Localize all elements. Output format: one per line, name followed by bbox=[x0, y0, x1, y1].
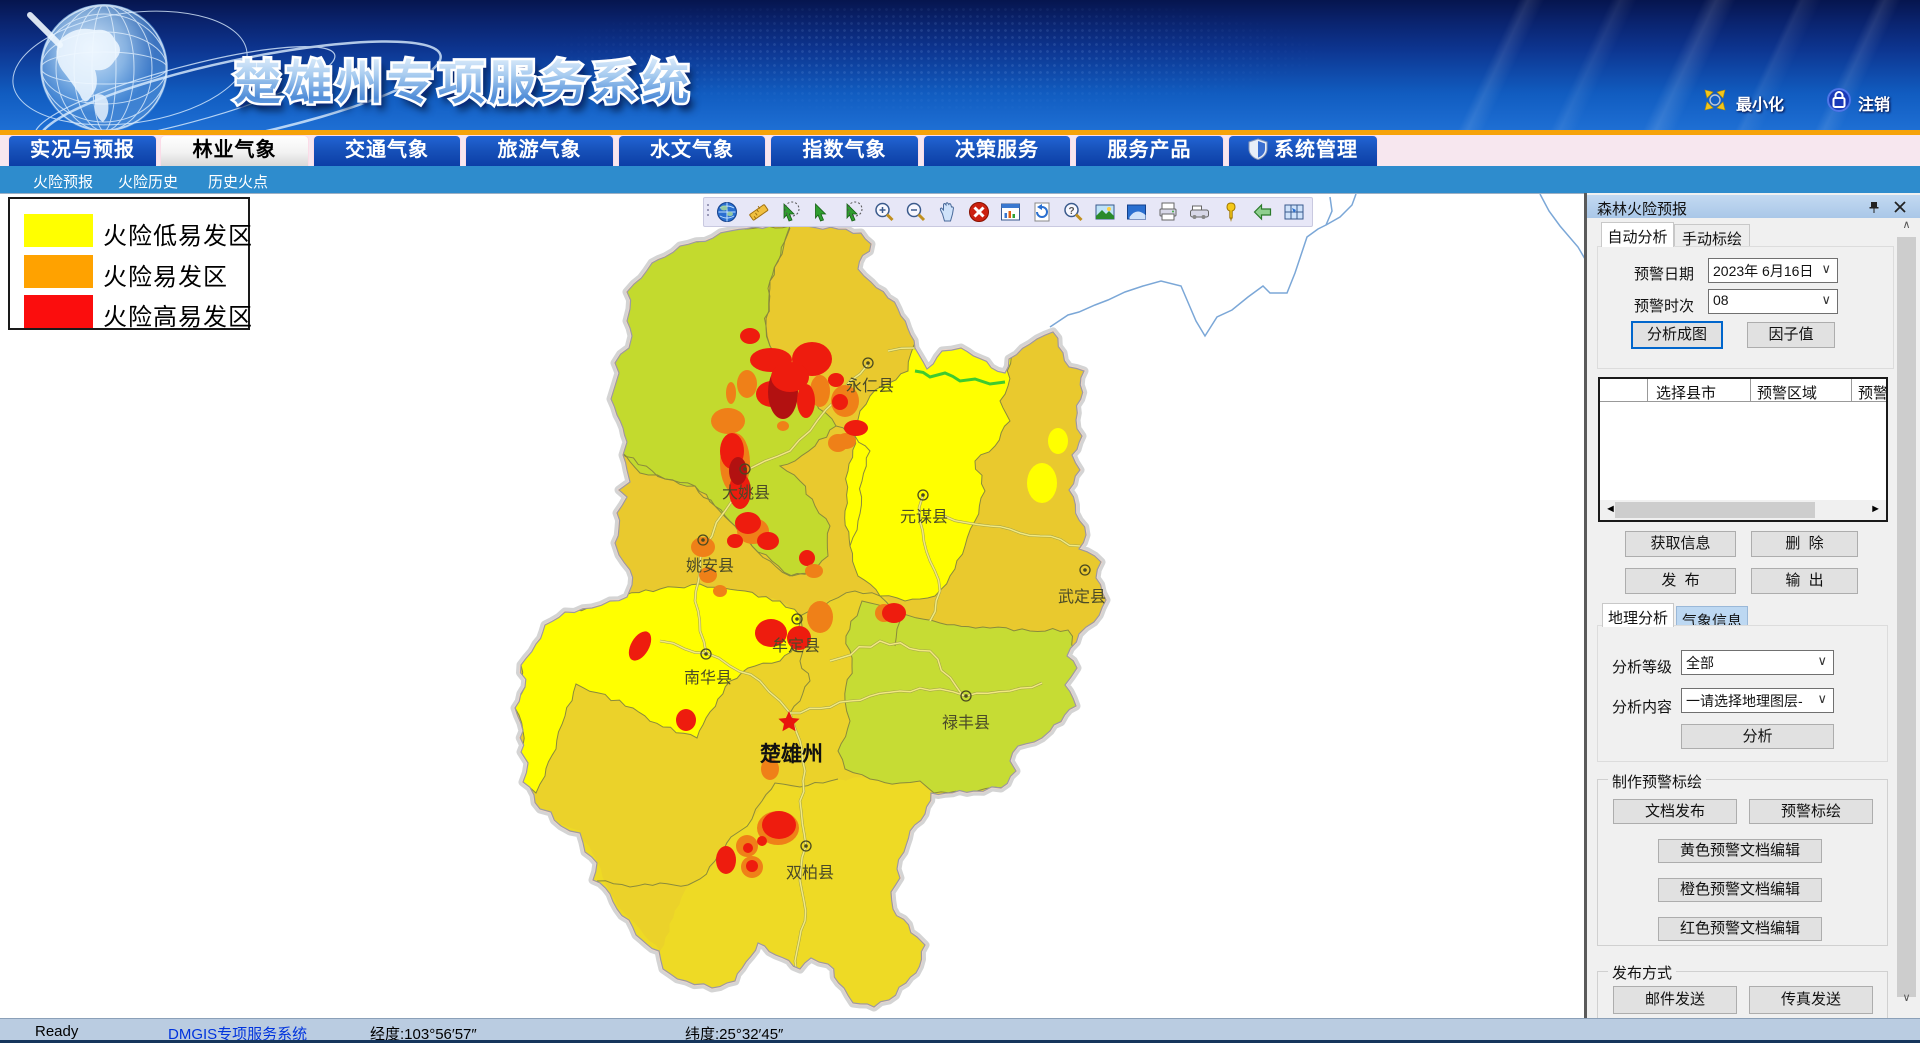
svg-text:南华县: 南华县 bbox=[684, 669, 732, 687]
svg-text:禄丰县: 禄丰县 bbox=[942, 714, 990, 732]
svg-text:双柏县: 双柏县 bbox=[786, 864, 834, 882]
svg-text:牟定县: 牟定县 bbox=[772, 637, 820, 655]
svg-text:姚安县: 姚安县 bbox=[686, 557, 734, 575]
svg-text:武定县: 武定县 bbox=[1058, 588, 1106, 606]
svg-text:?: ? bbox=[1069, 206, 1075, 217]
svg-text:元谋县: 元谋县 bbox=[900, 508, 948, 526]
svg-text:大姚县: 大姚县 bbox=[722, 484, 770, 502]
svg-text:楚雄州: 楚雄州 bbox=[760, 742, 823, 766]
svg-text:永仁县: 永仁县 bbox=[846, 377, 894, 395]
